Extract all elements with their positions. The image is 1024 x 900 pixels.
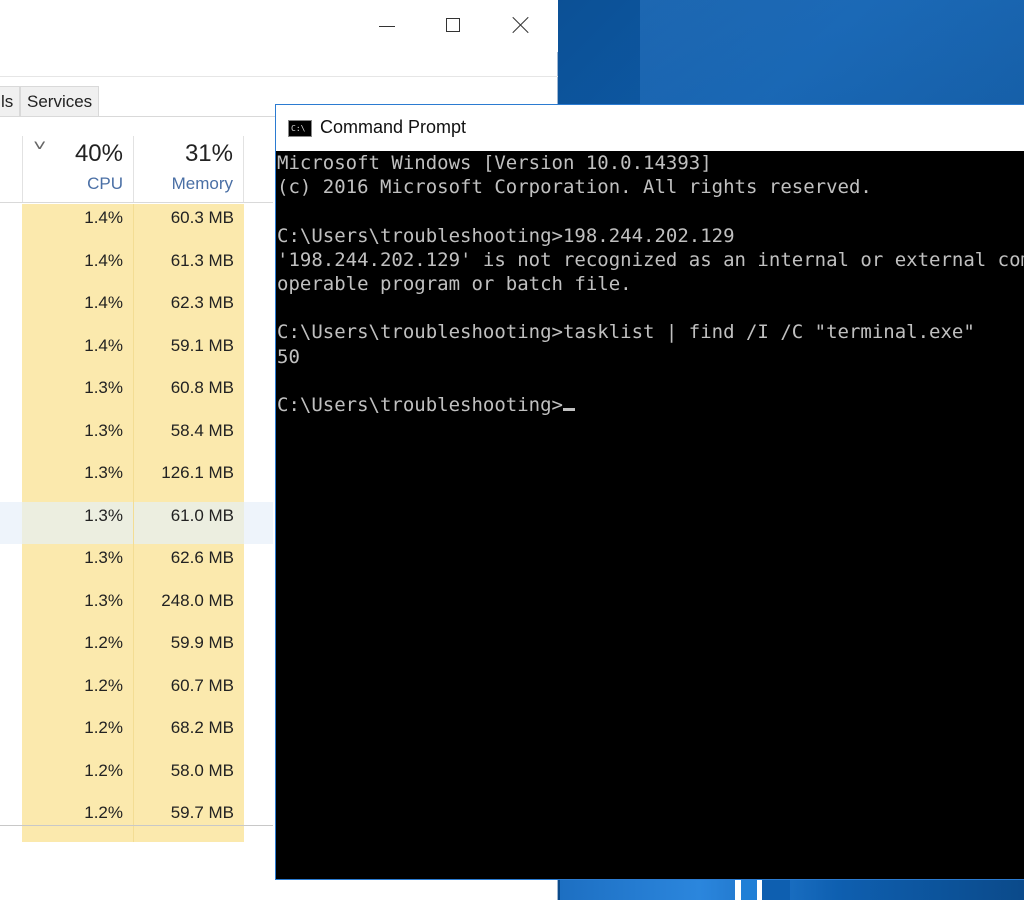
command-prompt-window[interactable]: C:\ Command Prompt Microsoft Windows [Ve… (275, 104, 1024, 880)
cpu-cell: 1.2% (22, 714, 134, 757)
cpu-cell: 1.2% (22, 799, 134, 842)
cpu-cell: 1.4% (22, 246, 134, 289)
task-manager-titlebar (0, 0, 558, 52)
table-row[interactable]: 1.4% 60.3 MB (0, 204, 273, 247)
memory-column-label: Memory (171, 174, 233, 193)
table-row[interactable]: 1.3% 62.6 MB (0, 544, 273, 587)
console-prompt-line[interactable]: C:\Users\troubleshooting> (277, 393, 1024, 417)
minimize-button[interactable] (364, 10, 410, 40)
table-row[interactable]: 1.2% 60.7 MB (0, 671, 273, 714)
memory-cell: 59.1 MB (134, 331, 244, 374)
cpu-cell: 1.3% (22, 544, 134, 587)
maximize-button[interactable] (430, 10, 476, 40)
taskbar-strip (560, 878, 1024, 900)
memory-cell: 58.0 MB (134, 756, 244, 799)
memory-cell: 60.8 MB (134, 374, 244, 417)
console-output[interactable]: Microsoft Windows [Version 10.0.14393] (c… (276, 151, 1024, 879)
wallpaper-window-logo (735, 878, 790, 900)
memory-cell: 59.9 MB (134, 629, 244, 672)
maximize-icon (446, 18, 460, 32)
memory-total-percent: 31% (184, 140, 233, 167)
memory-cell: 62.6 MB (134, 544, 244, 587)
table-row[interactable]: 1.4% 59.1 MB (0, 331, 273, 374)
memory-cell: 61.3 MB (134, 246, 244, 289)
console-line: operable program or batch file. (277, 273, 632, 296)
memory-cell: 126.1 MB (134, 459, 244, 502)
cpu-cell: 1.4% (22, 204, 134, 247)
sort-descending-icon: ˅ (33, 138, 47, 155)
console-line: ​ (277, 369, 1024, 393)
console-line: 50 (277, 345, 300, 368)
cpu-cell: 1.3% (22, 586, 134, 629)
cpu-cell: 1.4% (22, 331, 134, 374)
table-row[interactable]: 1.2% 68.2 MB (0, 714, 273, 757)
cpu-cell: 1.2% (22, 756, 134, 799)
tab-details[interactable]: ls (0, 86, 20, 116)
command-prompt-titlebar[interactable]: C:\ Command Prompt (276, 105, 1024, 151)
cpu-cell: 1.3% (22, 501, 134, 544)
prompt-text: C:\Users\troubleshooting> (277, 394, 563, 417)
minimize-icon (379, 25, 395, 27)
memory-cell: 62.3 MB (134, 289, 244, 332)
memory-cell: 68.2 MB (134, 714, 244, 757)
memory-cell: 60.7 MB (134, 671, 244, 714)
close-button[interactable] (498, 10, 544, 40)
column-header-cpu[interactable]: ˅ 40% CPU (22, 136, 134, 202)
console-line: C:\Users\troubleshooting>tasklist | find… (277, 321, 975, 344)
table-row[interactable]: 1.3% 60.8 MB (0, 374, 273, 417)
table-row[interactable]: 1.2% 59.7 MB (0, 799, 273, 842)
header-divider (0, 202, 273, 203)
memory-cell: 61.0 MB (134, 501, 244, 544)
menu-divider (0, 76, 558, 77)
close-icon (512, 16, 530, 34)
table-row-selected[interactable]: 1.3% 61.0 MB (0, 501, 273, 544)
table-row[interactable]: 1.2% 58.0 MB (0, 756, 273, 799)
cpu-cell: 1.2% (22, 629, 134, 672)
console-line: C:\Users\troubleshooting>198.244.202.129 (277, 224, 735, 247)
cpu-cell: 1.3% (22, 459, 134, 502)
memory-cell: 59.7 MB (134, 799, 244, 842)
table-row[interactable]: 1.2% 59.9 MB (0, 629, 273, 672)
memory-cell: 60.3 MB (134, 204, 244, 247)
process-list: 1.4% 60.3 MB 1.4% 61.3 MB 1.4% 62.3 MB 1.4%… (0, 204, 273, 842)
console-line: (c) 2016 Microsoft Corporation. All righ… (277, 176, 872, 199)
console-line: '198.244.202.129' is not recognized as a… (277, 248, 1024, 271)
console-line: ​ (277, 199, 1024, 223)
console-line: ​ (277, 296, 1024, 320)
tab-services[interactable]: Services (20, 86, 100, 116)
memory-cell: 248.0 MB (134, 586, 244, 629)
table-row[interactable]: 1.4% 62.3 MB (0, 289, 273, 332)
console-icon: C:\ (288, 120, 312, 137)
column-header-memory[interactable]: 31% Memory (134, 136, 244, 202)
cpu-cell: 1.2% (22, 671, 134, 714)
cpu-cell: 1.4% (22, 289, 134, 332)
list-bottom-divider (0, 825, 273, 826)
table-row[interactable]: 1.4% 61.3 MB (0, 246, 273, 289)
table-row[interactable]: 1.3% 58.4 MB (0, 416, 273, 459)
cpu-total-percent: 40% (74, 140, 123, 167)
table-row[interactable]: 1.3% 248.0 MB (0, 586, 273, 629)
console-line: Microsoft Windows [Version 10.0.14393] (277, 152, 712, 174)
cpu-column-label: CPU (87, 174, 123, 193)
table-row[interactable]: 1.3% 126.1 MB (0, 459, 273, 502)
memory-cell: 58.4 MB (134, 416, 244, 459)
cpu-cell: 1.3% (22, 374, 134, 417)
text-cursor (562, 408, 575, 412)
tab-strip: ls Services (0, 86, 100, 116)
cpu-cell: 1.3% (22, 416, 134, 459)
window-title: Command Prompt (320, 117, 467, 137)
